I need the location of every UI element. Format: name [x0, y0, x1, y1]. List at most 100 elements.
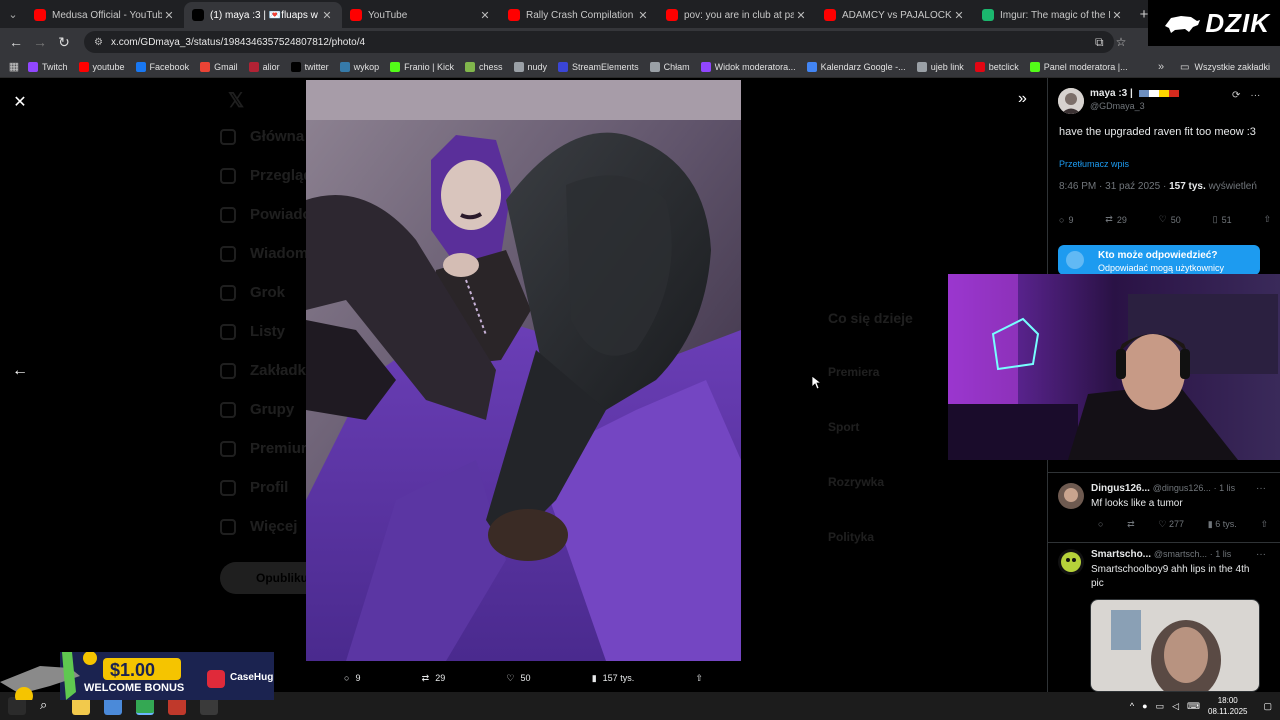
- bookmark-item[interactable]: youtube: [78, 61, 125, 72]
- bookmark-star-icon[interactable]: ☆: [1116, 35, 1127, 49]
- tweet-views-label: wyświetleń: [1208, 181, 1257, 192]
- tab-close-icon[interactable]: ✕: [636, 9, 650, 22]
- tweet-author[interactable]: maya :3 | @GDmaya_3: [1058, 88, 1179, 114]
- grok-icon[interactable]: ⟳: [1232, 90, 1240, 101]
- tweet-bookmark-button[interactable]: ▯ 51: [1213, 214, 1232, 225]
- tweet-share-button[interactable]: ⇧: [1263, 214, 1271, 225]
- casehug-ad-banner[interactable]: $1.00 WELCOME BONUS CaseHug: [0, 651, 274, 705]
- tab-close-icon[interactable]: ✕: [952, 9, 966, 22]
- install-app-icon[interactable]: ⧉: [1095, 35, 1104, 50]
- reply-item[interactable]: Dingus126... @dingus126... · 1 lis ··· M…: [1058, 483, 1273, 543]
- forward-button[interactable]: →: [28, 34, 52, 50]
- reply-icon[interactable]: ○: [1098, 519, 1103, 530]
- tweet-reply-button[interactable]: ○ 9: [1059, 214, 1073, 225]
- reply-avatar[interactable]: [1058, 549, 1084, 575]
- browser-tab[interactable]: Rally Crash Compilation 2022 b✕: [500, 2, 658, 28]
- avatar-image: [1058, 483, 1084, 509]
- streamelements-icon: [558, 61, 569, 72]
- browser-tab[interactable]: YouTube ✕: [342, 2, 500, 28]
- url-bar[interactable]: ⚙ x.com/GDmaya_3/status/1984346357524807…: [84, 31, 1114, 53]
- tweet-photo[interactable]: [306, 80, 741, 661]
- more-options-icon[interactable]: ···: [1256, 483, 1266, 494]
- tweet-repost-button[interactable]: ⇄ 29: [1105, 214, 1127, 225]
- browser-tab[interactable]: Imgur: The magic of the Intern✕: [974, 2, 1132, 28]
- bookmark-item[interactable]: Panel moderatora |...: [1029, 61, 1128, 72]
- translate-link[interactable]: Przetłumacz wpis: [1059, 159, 1129, 169]
- bookmark-label: betclick: [988, 61, 1019, 72]
- language-icon[interactable]: ⌨: [1187, 701, 1200, 712]
- reply-author-handle: @dingus126...: [1152, 483, 1211, 493]
- author-display-name: maya :3 |: [1090, 88, 1133, 99]
- browser-tab[interactable]: (1) maya :3 | 💌fluaps w serw✕: [184, 2, 342, 28]
- bookmark-item[interactable]: Twitch: [28, 61, 68, 72]
- bookmark-item[interactable]: alior: [248, 61, 280, 72]
- reply-item[interactable]: Smartscho... @smartsch... · 1 lis ··· Sm…: [1058, 549, 1273, 599]
- background-nav-item: Listy: [220, 323, 285, 340]
- repost-button[interactable]: ⇄ 29: [422, 673, 446, 684]
- reply-photo: [1091, 600, 1259, 691]
- bookmark-item[interactable]: twitter: [290, 61, 329, 72]
- bookmarks-overflow-icon[interactable]: »: [1158, 56, 1164, 78]
- close-photo-icon[interactable]: ✕: [12, 92, 28, 112]
- background-nav-item: Profil: [220, 479, 288, 496]
- system-clock[interactable]: 18:00 08.11.2025: [1208, 695, 1247, 717]
- url-text: x.com/GDmaya_3/status/198434635752480781…: [110, 36, 366, 48]
- bookmark-item[interactable]: Facebook: [135, 61, 189, 72]
- reply-image[interactable]: [1090, 599, 1260, 692]
- bookmark-label: nudy: [527, 61, 548, 72]
- all-bookmarks-button[interactable]: ▭ Wszystkie zakładki: [1180, 56, 1270, 78]
- reply-avatar[interactable]: [1058, 483, 1084, 509]
- background-nav-label: Grok: [250, 284, 286, 301]
- tab-search-icon[interactable]: ⌄: [0, 0, 26, 28]
- tab-close-icon[interactable]: ✕: [162, 9, 176, 22]
- bookmark-item[interactable]: Gmail: [200, 61, 238, 72]
- back-button[interactable]: ←: [4, 34, 28, 50]
- browser-tab[interactable]: Medusa Official - YouTube ✕: [26, 2, 184, 28]
- notifications-icon[interactable]: ▢: [1263, 701, 1272, 712]
- reply-button[interactable]: ○ 9: [344, 673, 360, 683]
- tab-close-icon[interactable]: ✕: [320, 9, 334, 22]
- reply-like-button[interactable]: ♡ 277: [1158, 519, 1184, 530]
- reply-views-button[interactable]: ▮ 6 tys.: [1208, 519, 1237, 530]
- tab-close-icon[interactable]: ✕: [478, 9, 492, 22]
- collapse-panel-icon[interactable]: »: [1018, 90, 1027, 108]
- background-nav-item: Premium: [220, 440, 314, 457]
- tab-close-icon[interactable]: ✕: [1110, 9, 1124, 22]
- bookmark-item[interactable]: Kalendarz Google -...: [806, 61, 906, 72]
- background-nav-label: Grupy: [250, 401, 295, 418]
- bookmark-item[interactable]: StreamElements: [558, 61, 639, 72]
- microphone-icon[interactable]: ●: [1142, 701, 1147, 711]
- bookmark-item[interactable]: Chłam: [649, 61, 690, 72]
- bookmark-item[interactable]: Franio | Kick: [390, 61, 454, 72]
- tweet-time[interactable]: 8:46 PM · 31 paź 2025 ·: [1059, 181, 1166, 192]
- network-icon[interactable]: ▭: [1156, 701, 1165, 712]
- more-options-icon[interactable]: ···: [1250, 90, 1260, 101]
- share-button[interactable]: ⇧: [695, 673, 703, 684]
- repost-icon[interactable]: ⇄: [1127, 519, 1135, 530]
- previous-photo-icon[interactable]: ←: [12, 362, 28, 380]
- bookmark-item[interactable]: betclick: [974, 61, 1019, 72]
- bookmark-item[interactable]: nudy: [513, 61, 548, 72]
- bookmark-item[interactable]: ujeb link: [916, 61, 964, 72]
- author-avatar[interactable]: [1058, 88, 1084, 114]
- like-button[interactable]: ♡ 50: [506, 673, 530, 684]
- share-icon[interactable]: ⇧: [1260, 519, 1268, 530]
- bookmark-item[interactable]: wykop: [339, 61, 379, 72]
- x-icon: [192, 9, 204, 21]
- browser-tab[interactable]: pov: you are in club at party wi✕: [658, 2, 816, 28]
- bookmark-item[interactable]: Widok moderatora...: [700, 61, 796, 72]
- views-button[interactable]: ▮ 157 tys.: [592, 673, 634, 684]
- browser-tab[interactable]: ADAMCY vs PAJALOCK KONFR✕: [816, 2, 974, 28]
- more-options-icon[interactable]: ···: [1256, 549, 1266, 560]
- reload-button[interactable]: ↻: [52, 34, 76, 51]
- volume-icon[interactable]: ◁: [1172, 701, 1179, 712]
- site-info-icon[interactable]: ⚙: [94, 37, 103, 48]
- tray-overflow-icon[interactable]: ^: [1130, 701, 1134, 711]
- apps-grid-icon[interactable]: ▦: [0, 60, 28, 73]
- bookmark-item[interactable]: chess: [465, 61, 503, 72]
- tweet-like-button[interactable]: ♡ 50: [1159, 214, 1181, 225]
- tab-close-icon[interactable]: ✕: [794, 9, 808, 22]
- heart-icon: ♡: [506, 672, 515, 683]
- bookmark-label: Panel moderatora |...: [1043, 61, 1128, 72]
- clock-time: 18:00: [1217, 696, 1238, 705]
